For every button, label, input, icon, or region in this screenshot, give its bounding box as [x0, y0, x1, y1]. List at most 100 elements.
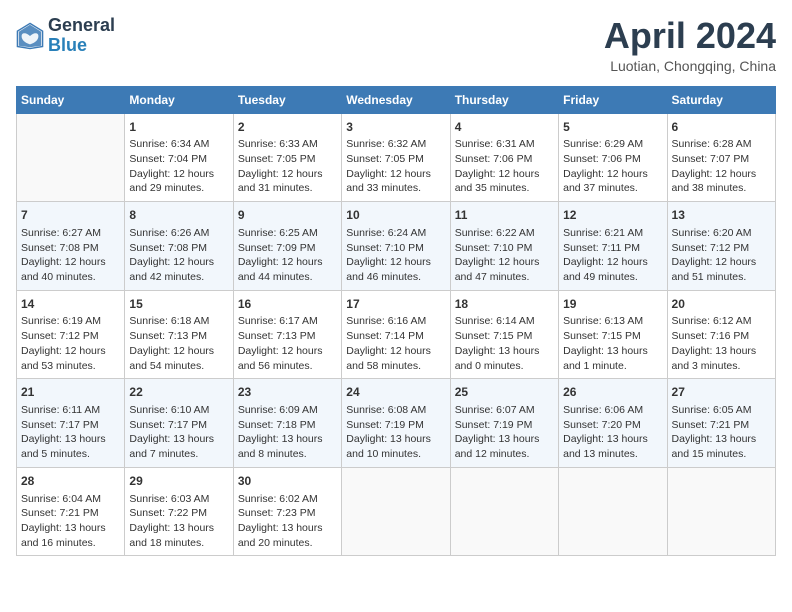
calendar-cell: 14Sunrise: 6:19 AMSunset: 7:12 PMDayligh… — [17, 290, 125, 379]
week-row-4: 21 Sunrise: 6:11 AMSunset: 7:17 PMDayligh… — [17, 379, 776, 468]
day-number: 29 — [129, 473, 228, 490]
calendar-cell: 28 Sunrise: 6:04 AMSunset: 7:21 PMDayligh… — [17, 467, 125, 556]
location: Luotian, Chongqing, China — [604, 58, 776, 74]
day-number: 8 — [129, 207, 228, 224]
day-number: 17 — [346, 296, 445, 313]
calendar-cell: 2Sunrise: 6:33 AMSunset: 7:05 PMDaylight… — [233, 113, 341, 202]
cell-content: Sunrise: 6:11 AMSunset: 7:17 PMDaylight:… — [21, 403, 120, 462]
day-number: 2 — [238, 119, 337, 136]
day-number: 21 — [21, 384, 120, 401]
day-number: 28 — [21, 473, 120, 490]
calendar-cell — [450, 467, 558, 556]
page-header: General Blue April 2024 Luotian, Chongqi… — [16, 16, 776, 74]
calendar-cell: 26 Sunrise: 6:06 AMSunset: 7:20 PMDayligh… — [559, 379, 667, 468]
calendar-cell: 6Sunrise: 6:28 AMSunset: 7:07 PMDaylight… — [667, 113, 775, 202]
day-number: 20 — [672, 296, 771, 313]
cell-content: Sunrise: 6:16 AMSunset: 7:14 PMDaylight:… — [346, 314, 445, 373]
calendar-cell: 29 Sunrise: 6:03 AMSunset: 7:22 PMDayligh… — [125, 467, 233, 556]
cell-content: Sunrise: 6:03 AMSunset: 7:22 PMDaylight:… — [129, 492, 228, 551]
cell-content: Sunrise: 6:04 AMSunset: 7:21 PMDaylight:… — [21, 492, 120, 551]
col-header-thursday: Thursday — [450, 86, 558, 113]
day-number: 7 — [21, 207, 120, 224]
day-number: 23 — [238, 384, 337, 401]
cell-content: Sunrise: 6:34 AMSunset: 7:04 PMDaylight:… — [129, 137, 228, 196]
calendar-cell: 18Sunrise: 6:14 AMSunset: 7:15 PMDayligh… — [450, 290, 558, 379]
calendar-cell: 7 Sunrise: 6:27 AMSunset: 7:08 PMDaylight… — [17, 202, 125, 291]
cell-content: Sunrise: 6:12 AMSunset: 7:16 PMDaylight:… — [672, 314, 771, 373]
day-number: 3 — [346, 119, 445, 136]
week-row-2: 7 Sunrise: 6:27 AMSunset: 7:08 PMDaylight… — [17, 202, 776, 291]
cell-content: Sunrise: 6:02 AMSunset: 7:23 PMDaylight:… — [238, 492, 337, 551]
day-number: 12 — [563, 207, 662, 224]
calendar-cell — [667, 467, 775, 556]
day-number: 6 — [672, 119, 771, 136]
day-number: 15 — [129, 296, 228, 313]
calendar-cell — [342, 467, 450, 556]
calendar-cell: 20Sunrise: 6:12 AMSunset: 7:16 PMDayligh… — [667, 290, 775, 379]
calendar-cell: 27 Sunrise: 6:05 AMSunset: 7:21 PMDayligh… — [667, 379, 775, 468]
calendar-cell: 9 Sunrise: 6:25 AMSunset: 7:09 PMDaylight… — [233, 202, 341, 291]
calendar-cell — [559, 467, 667, 556]
cell-content: Sunrise: 6:18 AMSunset: 7:13 PMDaylight:… — [129, 314, 228, 373]
cell-content: Sunrise: 6:27 AMSunset: 7:08 PMDaylight:… — [21, 226, 120, 285]
col-header-tuesday: Tuesday — [233, 86, 341, 113]
day-number: 14 — [21, 296, 120, 313]
day-number: 24 — [346, 384, 445, 401]
calendar-cell: 8Sunrise: 6:26 AMSunset: 7:08 PMDaylight… — [125, 202, 233, 291]
calendar-cell: 5Sunrise: 6:29 AMSunset: 7:06 PMDaylight… — [559, 113, 667, 202]
cell-content: Sunrise: 6:22 AMSunset: 7:10 PMDaylight:… — [455, 226, 554, 285]
cell-content: Sunrise: 6:14 AMSunset: 7:15 PMDaylight:… — [455, 314, 554, 373]
calendar-cell — [17, 113, 125, 202]
logo-text: General Blue — [48, 16, 115, 56]
day-number: 27 — [672, 384, 771, 401]
cell-content: Sunrise: 6:17 AMSunset: 7:13 PMDaylight:… — [238, 314, 337, 373]
cell-content: Sunrise: 6:33 AMSunset: 7:05 PMDaylight:… — [238, 137, 337, 196]
calendar-cell: 16Sunrise: 6:17 AMSunset: 7:13 PMDayligh… — [233, 290, 341, 379]
cell-content: Sunrise: 6:20 AMSunset: 7:12 PMDaylight:… — [672, 226, 771, 285]
cell-content: Sunrise: 6:05 AMSunset: 7:21 PMDaylight:… — [672, 403, 771, 462]
day-number: 22 — [129, 384, 228, 401]
col-header-sunday: Sunday — [17, 86, 125, 113]
day-number: 26 — [563, 384, 662, 401]
calendar-cell: 23 Sunrise: 6:09 AMSunset: 7:18 PMDayligh… — [233, 379, 341, 468]
cell-content: Sunrise: 6:21 AMSunset: 7:11 PMDaylight:… — [563, 226, 662, 285]
calendar-cell: 25 Sunrise: 6:07 AMSunset: 7:19 PMDayligh… — [450, 379, 558, 468]
calendar-cell: 12 Sunrise: 6:21 AMSunset: 7:11 PMDayligh… — [559, 202, 667, 291]
day-number: 5 — [563, 119, 662, 136]
calendar-cell: 30Sunrise: 6:02 AMSunset: 7:23 PMDayligh… — [233, 467, 341, 556]
cell-content: Sunrise: 6:31 AMSunset: 7:06 PMDaylight:… — [455, 137, 554, 196]
calendar-cell: 17Sunrise: 6:16 AMSunset: 7:14 PMDayligh… — [342, 290, 450, 379]
day-number: 16 — [238, 296, 337, 313]
calendar-cell: 22 Sunrise: 6:10 AMSunset: 7:17 PMDayligh… — [125, 379, 233, 468]
col-header-wednesday: Wednesday — [342, 86, 450, 113]
day-number: 10 — [346, 207, 445, 224]
day-number: 25 — [455, 384, 554, 401]
logo: General Blue — [16, 16, 115, 56]
calendar-cell: 13Sunrise: 6:20 AMSunset: 7:12 PMDayligh… — [667, 202, 775, 291]
cell-content: Sunrise: 6:32 AMSunset: 7:05 PMDaylight:… — [346, 137, 445, 196]
col-header-saturday: Saturday — [667, 86, 775, 113]
calendar-cell: 11Sunrise: 6:22 AMSunset: 7:10 PMDayligh… — [450, 202, 558, 291]
calendar-cell: 24 Sunrise: 6:08 AMSunset: 7:19 PMDayligh… — [342, 379, 450, 468]
cell-content: Sunrise: 6:08 AMSunset: 7:19 PMDaylight:… — [346, 403, 445, 462]
cell-content: Sunrise: 6:24 AMSunset: 7:10 PMDaylight:… — [346, 226, 445, 285]
calendar-cell: 10 Sunrise: 6:24 AMSunset: 7:10 PMDayligh… — [342, 202, 450, 291]
cell-content: Sunrise: 6:10 AMSunset: 7:17 PMDaylight:… — [129, 403, 228, 462]
calendar-cell: 15Sunrise: 6:18 AMSunset: 7:13 PMDayligh… — [125, 290, 233, 379]
calendar-cell: 21 Sunrise: 6:11 AMSunset: 7:17 PMDayligh… — [17, 379, 125, 468]
cell-content: Sunrise: 6:06 AMSunset: 7:20 PMDaylight:… — [563, 403, 662, 462]
cell-content: Sunrise: 6:07 AMSunset: 7:19 PMDaylight:… — [455, 403, 554, 462]
col-header-friday: Friday — [559, 86, 667, 113]
cell-content: Sunrise: 6:19 AMSunset: 7:12 PMDaylight:… — [21, 314, 120, 373]
cell-content: Sunrise: 6:13 AMSunset: 7:15 PMDaylight:… — [563, 314, 662, 373]
header-row: SundayMondayTuesdayWednesdayThursdayFrid… — [17, 86, 776, 113]
calendar-cell: 1Sunrise: 6:34 AMSunset: 7:04 PMDaylight… — [125, 113, 233, 202]
month-title: April 2024 — [604, 16, 776, 56]
cell-content: Sunrise: 6:25 AMSunset: 7:09 PMDaylight:… — [238, 226, 337, 285]
cell-content: Sunrise: 6:09 AMSunset: 7:18 PMDaylight:… — [238, 403, 337, 462]
calendar-cell: 19Sunrise: 6:13 AMSunset: 7:15 PMDayligh… — [559, 290, 667, 379]
day-number: 9 — [238, 207, 337, 224]
calendar-table: SundayMondayTuesdayWednesdayThursdayFrid… — [16, 86, 776, 557]
cell-content: Sunrise: 6:28 AMSunset: 7:07 PMDaylight:… — [672, 137, 771, 196]
week-row-3: 14Sunrise: 6:19 AMSunset: 7:12 PMDayligh… — [17, 290, 776, 379]
